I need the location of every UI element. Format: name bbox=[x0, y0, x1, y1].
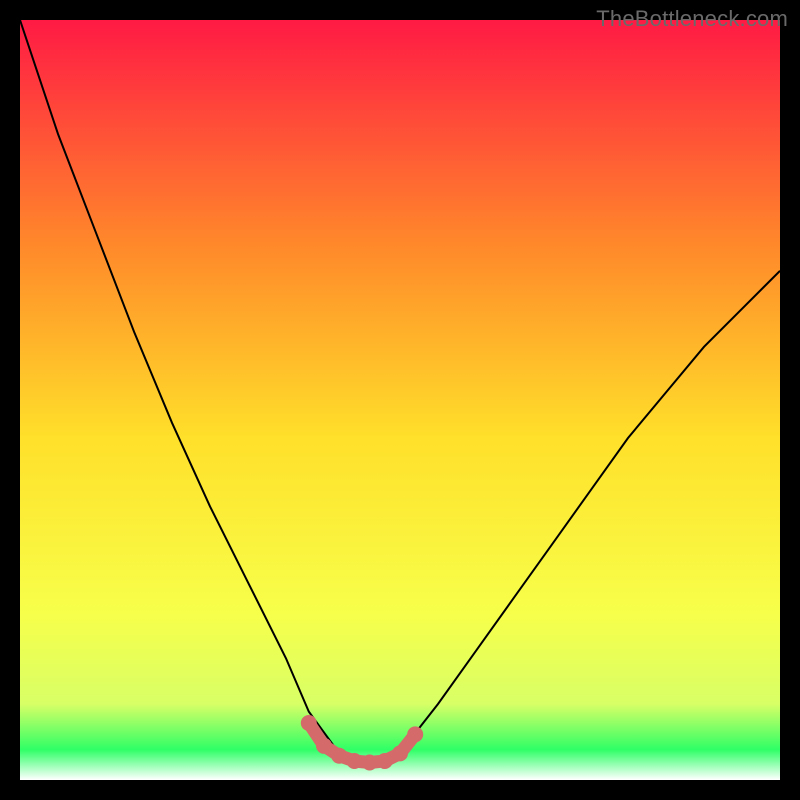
gradient-background bbox=[20, 20, 780, 780]
marker-dot bbox=[301, 715, 317, 731]
plot-area bbox=[20, 20, 780, 780]
watermark-text: TheBottleneck.com bbox=[596, 6, 788, 32]
marker-dot bbox=[316, 738, 332, 754]
marker-dot bbox=[331, 748, 347, 764]
marker-dot bbox=[392, 745, 408, 761]
chart-svg bbox=[20, 20, 780, 780]
marker-dot bbox=[362, 755, 378, 771]
marker-dot bbox=[377, 753, 393, 769]
marker-dot bbox=[346, 753, 362, 769]
marker-dot bbox=[407, 726, 423, 742]
chart-frame: TheBottleneck.com bbox=[0, 0, 800, 800]
